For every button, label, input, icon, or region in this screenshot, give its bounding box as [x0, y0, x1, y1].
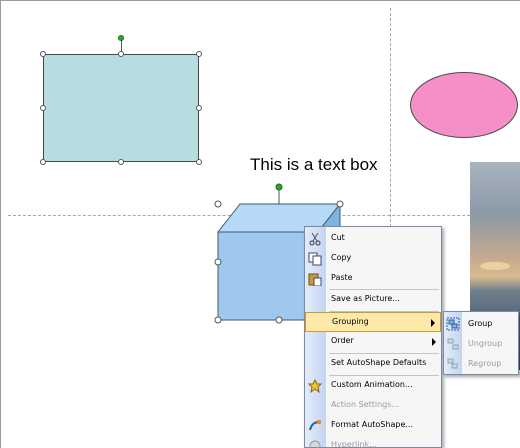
menu-label: Set AutoShape Defaults [331, 358, 427, 367]
picture-sun-reflection [480, 262, 510, 270]
menu-item-save-as-picture[interactable]: Save as Picture... [305, 290, 441, 310]
slide-canvas[interactable]: This is a text box [0, 0, 520, 448]
menu-item-hyperlink[interactable]: Hyperlink... [305, 436, 441, 448]
copy-icon [308, 252, 322, 266]
slide-top-edge [0, 0, 520, 8]
menu-label: Paste [331, 273, 353, 282]
scissors-icon [309, 232, 321, 246]
submenu-arrow-icon [431, 319, 435, 327]
menu-item-copy[interactable]: Copy [305, 249, 441, 269]
cube-rotation-handle[interactable] [275, 183, 283, 191]
rectangle-shape[interactable] [43, 54, 199, 162]
menu-item-paste[interactable]: Paste [305, 269, 441, 289]
cube-front-face [217, 231, 319, 321]
resize-handle-se[interactable] [196, 159, 202, 165]
resize-handle-s[interactable] [118, 159, 124, 165]
cube-handle-ne[interactable] [336, 200, 344, 208]
rotation-handle[interactable] [118, 35, 124, 41]
submenu-item-group[interactable]: Group [444, 314, 518, 334]
ungroup-icon [447, 338, 459, 350]
ellipse-shape[interactable] [410, 72, 518, 138]
resize-handle-ne[interactable] [196, 51, 202, 57]
resize-handle-w[interactable] [40, 105, 46, 111]
group-icon [446, 317, 460, 331]
menu-label: Order [331, 336, 354, 345]
resize-handle-nw[interactable] [40, 51, 46, 57]
regroup-icon [447, 358, 458, 369]
hyperlink-globe-icon [309, 440, 321, 447]
resize-handle-e[interactable] [196, 105, 202, 111]
menu-item-set-autoshape-defaults[interactable]: Set AutoShape Defaults [305, 354, 441, 374]
menu-item-grouping[interactable]: Grouping [305, 312, 441, 332]
submenu-label: Group [468, 319, 493, 328]
cube-handle-nw[interactable] [214, 200, 222, 208]
format-autoshape-icon [309, 420, 321, 431]
menu-item-action-settings[interactable]: Action Settings... [305, 396, 441, 416]
menu-label: Hyperlink... [331, 440, 377, 448]
menu-label: Copy [331, 253, 352, 262]
submenu-item-regroup[interactable]: Regroup [444, 354, 518, 374]
submenu-arrow-icon [432, 338, 436, 346]
context-menu: Cut Copy Paste Save as Picture... Groupi… [304, 226, 442, 448]
slide-left-edge [0, 0, 8, 448]
text-box[interactable]: This is a text box [250, 155, 378, 175]
menu-item-format-autoshape[interactable]: Format AutoShape... [305, 416, 441, 436]
menu-label: Format AutoShape... [331, 420, 413, 429]
menu-item-order[interactable]: Order [305, 332, 441, 352]
submenu-item-ungroup[interactable]: Ungroup [444, 334, 518, 354]
cube-handle-sw[interactable] [214, 316, 222, 324]
cube-handle-s[interactable] [275, 316, 283, 324]
menu-label: Cut [331, 233, 345, 242]
menu-label: Grouping [332, 317, 369, 326]
resize-handle-sw[interactable] [40, 159, 46, 165]
cube-handle-w[interactable] [214, 258, 222, 266]
menu-label: Action Settings... [331, 400, 400, 409]
menu-item-custom-animation[interactable]: Custom Animation... [305, 376, 441, 396]
menu-item-cut[interactable]: Cut [305, 229, 441, 249]
submenu-label: Regroup [468, 359, 502, 368]
menu-label: Custom Animation... [331, 380, 413, 389]
paste-icon [308, 273, 322, 286]
submenu-label: Ungroup [468, 339, 503, 348]
animation-star-icon [308, 379, 322, 393]
grouping-submenu: Group Ungroup Regroup [443, 311, 519, 375]
resize-handle-n[interactable] [118, 51, 124, 57]
menu-label: Save as Picture... [331, 294, 400, 303]
